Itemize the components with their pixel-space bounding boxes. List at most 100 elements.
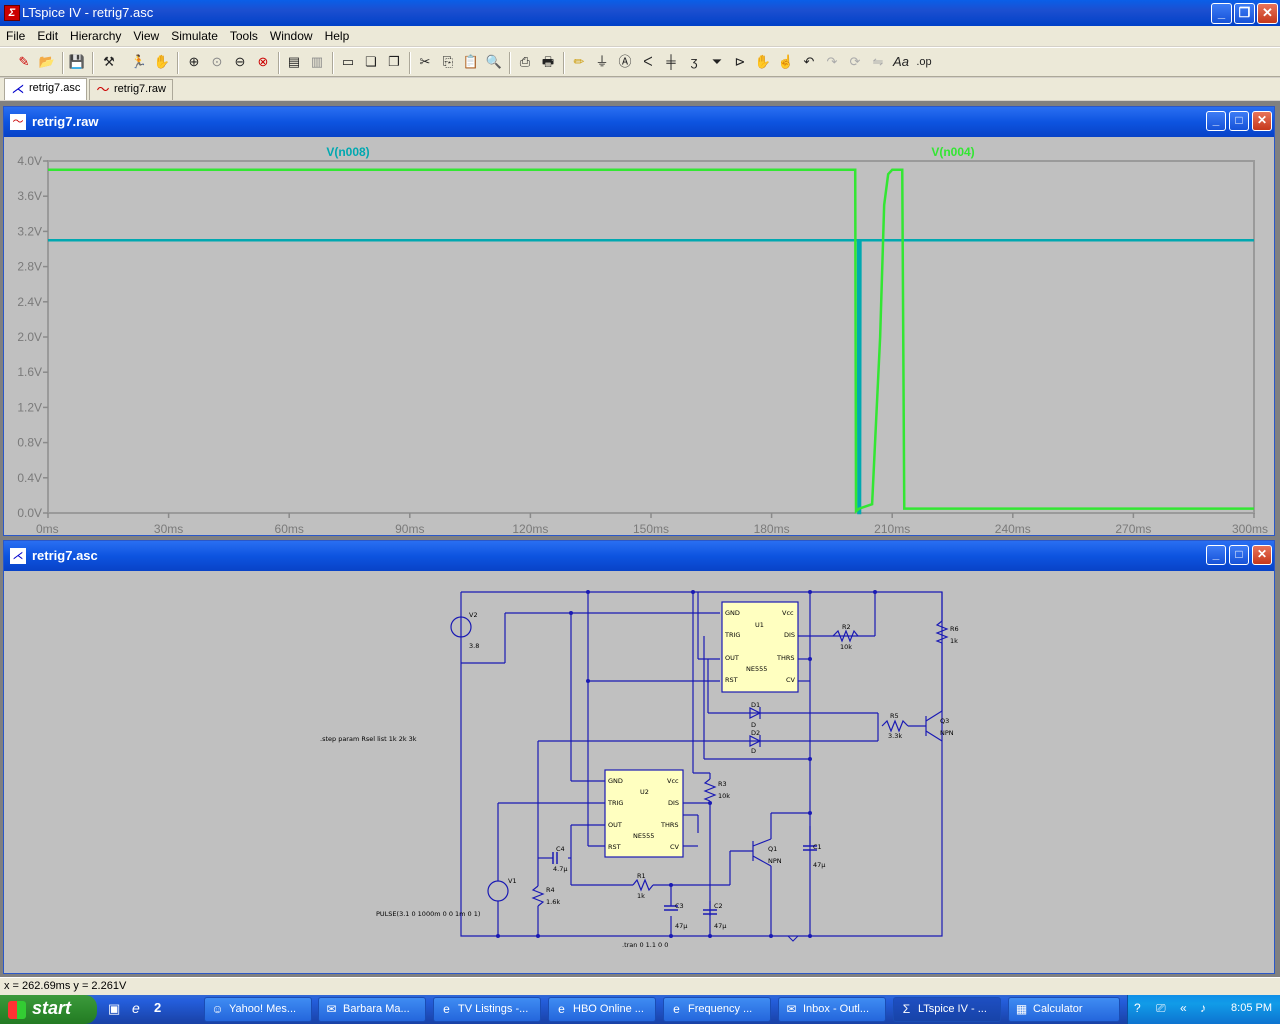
- run-icon[interactable]: 🏃: [129, 52, 149, 72]
- taskbar-hbo[interactable]: e HBO Online ...: [548, 997, 656, 1022]
- paste-icon[interactable]: 📋: [461, 52, 481, 72]
- menu-file[interactable]: File: [0, 26, 31, 43]
- svg-text:C4: C4: [556, 845, 565, 853]
- menu-help[interactable]: Help: [319, 26, 356, 43]
- resistor-icon[interactable]: ᐸ: [638, 52, 658, 72]
- x-tick-label: 90ms: [395, 522, 424, 533]
- plot-close-button[interactable]: ✕: [1252, 111, 1272, 131]
- menu-hierarchy[interactable]: Hierarchy: [64, 26, 127, 43]
- tran-directive: .tran 0 1.1 0 0: [622, 941, 668, 949]
- network-icon[interactable]: ⎚: [1156, 1001, 1166, 1016]
- restore-button[interactable]: ❐: [1234, 3, 1255, 24]
- print-preview-icon[interactable]: ⎙: [515, 52, 535, 72]
- zoom-fit-icon[interactable]: ⊗: [253, 52, 273, 72]
- inductor-icon[interactable]: ʒ: [684, 52, 704, 72]
- label-net-icon[interactable]: Ⓐ: [615, 52, 635, 72]
- y-tick-label: 2.0V: [17, 330, 42, 344]
- capacitor-icon[interactable]: ╪: [661, 52, 681, 72]
- taskbar-calculator[interactable]: ▦ Calculator: [1008, 997, 1120, 1022]
- show-desktop-icon[interactable]: ▣: [108, 1001, 120, 1017]
- open-icon[interactable]: 📂: [37, 52, 57, 72]
- y-tick-label: 0.8V: [17, 436, 42, 450]
- print-icon[interactable]: 🖶: [538, 52, 558, 72]
- svg-text:CV: CV: [786, 676, 796, 684]
- drag-icon[interactable]: ☝: [776, 52, 796, 72]
- menu-edit[interactable]: Edit: [31, 26, 64, 43]
- new-schematic-icon[interactable]: ✎: [14, 52, 34, 72]
- diode-icon[interactable]: ⏷: [707, 52, 727, 72]
- tab-retrig7-asc[interactable]: ⋌ retrig7.asc: [4, 78, 88, 100]
- pan-icon[interactable]: ⊙: [207, 52, 227, 72]
- trace-vn004: [48, 168, 1254, 514]
- move-icon[interactable]: ✋: [753, 52, 773, 72]
- svg-text:RST: RST: [608, 843, 621, 851]
- text-icon[interactable]: Aa: [891, 52, 911, 72]
- start-label: start: [32, 998, 72, 1018]
- ie-quicklaunch-icon[interactable]: e: [132, 1000, 140, 1016]
- taskbar-ltspice[interactable]: Σ LTspice IV - ...: [893, 997, 1001, 1022]
- taskbar-outlook[interactable]: ✉ Inbox - Outl...: [778, 997, 886, 1022]
- svg-text:OUT: OUT: [725, 654, 739, 662]
- halt-icon[interactable]: ✋: [152, 52, 172, 72]
- x-tick-label: 60ms: [275, 522, 304, 533]
- plot-minimize-button[interactable]: _: [1206, 111, 1226, 131]
- tab-retrig7-raw[interactable]: 〜 retrig7.raw: [89, 79, 173, 100]
- x-tick-label: 300ms: [1232, 522, 1268, 533]
- spice-directive-icon[interactable]: .op: [914, 52, 934, 72]
- svg-text:U1: U1: [755, 621, 764, 629]
- tab-label: retrig7.raw: [114, 83, 166, 95]
- copy-icon[interactable]: ⎘: [438, 52, 458, 72]
- trace-label: V(n008): [326, 145, 369, 159]
- menu-simulate[interactable]: Simulate: [165, 26, 224, 43]
- redo-icon[interactable]: ↷: [822, 52, 842, 72]
- calculator-icon: ▦: [1015, 1002, 1028, 1016]
- save-icon[interactable]: 💾: [67, 52, 87, 72]
- tile-vertical-icon[interactable]: ❐: [384, 52, 404, 72]
- control-panel-icon[interactable]: ⚒: [99, 52, 119, 72]
- menu-view[interactable]: View: [127, 26, 165, 43]
- zoom-out-icon[interactable]: ⊖: [230, 52, 250, 72]
- quicklaunch-more-icon[interactable]: 2: [154, 1000, 161, 1015]
- schematic-close-button[interactable]: ✕: [1252, 545, 1272, 565]
- svg-text:DIS: DIS: [668, 799, 679, 807]
- zoom-in-icon[interactable]: ⊕: [184, 52, 204, 72]
- help-icon[interactable]: ?: [1134, 1001, 1141, 1015]
- menu-tools[interactable]: Tools: [224, 26, 264, 43]
- cursor-icon[interactable]: ▥: [307, 52, 327, 72]
- schematic-canvas[interactable]: GND Vcc TRIG DIS OUT THRS RST CV U1 NE55…: [8, 571, 1270, 969]
- svg-text:R5: R5: [890, 712, 899, 720]
- y-tick-label: 3.6V: [17, 189, 42, 203]
- autorange-icon[interactable]: ▤: [284, 52, 304, 72]
- schematic-drawing[interactable]: GND Vcc TRIG DIS OUT THRS RST CV U1 NE55…: [8, 571, 1272, 971]
- svg-text:R1: R1: [637, 872, 646, 880]
- minimize-button[interactable]: _: [1211, 3, 1232, 24]
- taskbar-barbara[interactable]: ✉ Barbara Ma...: [318, 997, 426, 1022]
- ie-icon: e: [443, 1002, 450, 1016]
- undo-icon[interactable]: ↶: [799, 52, 819, 72]
- plot-maximize-button[interactable]: □: [1229, 111, 1249, 131]
- taskbar-frequency[interactable]: e Frequency ...: [663, 997, 771, 1022]
- tile-horizontal-icon[interactable]: ▭: [338, 52, 358, 72]
- draw-wire-icon[interactable]: ✏: [569, 52, 589, 72]
- component-icon[interactable]: ⊳: [730, 52, 750, 72]
- waveform-plot[interactable]: 0.0V 0.4V 0.8V 1.2V 1.6V 2.0V 2.4V 2.8V 3.2V 3.6V…: [8, 137, 1272, 533]
- cascade-icon[interactable]: ❏: [361, 52, 381, 72]
- cut-icon[interactable]: ✂: [415, 52, 435, 72]
- svg-text:NE555: NE555: [746, 665, 767, 673]
- plot-pane[interactable]: 0.0V 0.4V 0.8V 1.2V 1.6V 2.0V 2.4V 2.8V 3.2V 3.6V…: [8, 137, 1272, 533]
- rotate-icon[interactable]: ⟳: [845, 52, 865, 72]
- volume-icon[interactable]: ♪: [1200, 1001, 1206, 1015]
- menu-window[interactable]: Window: [264, 26, 319, 43]
- expand-tray-icon[interactable]: «: [1180, 1001, 1187, 1015]
- svg-text:GND: GND: [608, 777, 623, 785]
- find-icon[interactable]: 🔍: [484, 52, 504, 72]
- mirror-icon[interactable]: ⇋: [868, 52, 888, 72]
- taskbar-tv-listings[interactable]: e TV Listings -...: [433, 997, 541, 1022]
- schematic-maximize-button[interactable]: □: [1229, 545, 1249, 565]
- ground-icon[interactable]: ⏚: [592, 52, 612, 72]
- start-button[interactable]: start: [0, 995, 97, 1024]
- y-tick-label: 0.0V: [17, 506, 42, 520]
- close-button[interactable]: ✕: [1257, 3, 1278, 24]
- taskbar-yahoo[interactable]: ☺ Yahoo! Mes...: [204, 997, 312, 1022]
- schematic-minimize-button[interactable]: _: [1206, 545, 1226, 565]
